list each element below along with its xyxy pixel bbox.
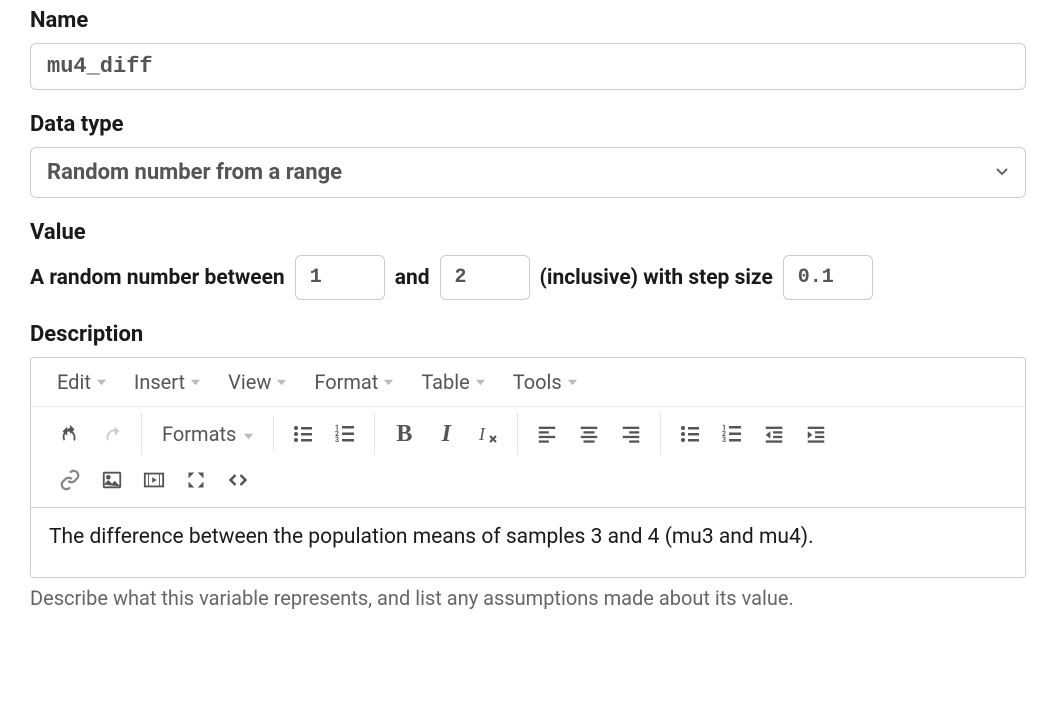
menu-view-label: View <box>228 370 271 394</box>
menu-tools-label: Tools <box>513 370 562 394</box>
svg-text:I: I <box>478 424 486 444</box>
video-button[interactable] <box>133 459 175 501</box>
formats-label: Formats <box>162 422 236 446</box>
name-label: Name <box>30 8 1026 33</box>
rich-text-editor: Edit Insert View Format Table Tools <box>30 357 1026 578</box>
bullet-list-alt-button[interactable] <box>669 413 711 455</box>
datatype-group: Data type Random number from a range <box>30 112 1026 198</box>
caret-down-icon <box>97 378 106 387</box>
description-help: Describe what this variable represents, … <box>30 586 1026 610</box>
clear-format-button[interactable]: I <box>467 413 509 455</box>
value-group: Value A random number between and (inclu… <box>30 220 1026 300</box>
menu-format[interactable]: Format <box>300 364 407 400</box>
value-text-and: and <box>395 266 430 290</box>
caret-down-icon <box>384 378 393 387</box>
numbered-list-button[interactable]: 123 <box>324 413 366 455</box>
align-right-button[interactable] <box>610 413 652 455</box>
datatype-select[interactable]: Random number from a range <box>30 147 1026 198</box>
menu-edit[interactable]: Edit <box>43 364 120 400</box>
italic-button[interactable]: I <box>425 413 467 455</box>
value-label: Value <box>30 220 1026 245</box>
redo-button[interactable] <box>91 413 133 455</box>
menu-insert-label: Insert <box>134 370 185 394</box>
menu-edit-label: Edit <box>57 370 91 394</box>
bullet-list-button[interactable] <box>282 413 324 455</box>
menu-view[interactable]: View <box>214 364 300 400</box>
name-input[interactable] <box>30 43 1026 90</box>
menu-table[interactable]: Table <box>407 364 498 400</box>
value-text-before: A random number between <box>30 266 285 290</box>
value-step-input[interactable] <box>783 255 873 300</box>
numbered-list-alt-button[interactable]: 123 <box>711 413 753 455</box>
code-button[interactable] <box>217 459 259 501</box>
value-max-input[interactable] <box>440 255 530 300</box>
value-text-inclusive: (inclusive) with step size <box>540 266 773 290</box>
indent-button[interactable] <box>795 413 837 455</box>
datatype-select-wrapper: Random number from a range <box>30 147 1026 198</box>
svg-text:3: 3 <box>722 436 726 444</box>
caret-down-icon <box>568 378 577 387</box>
description-content[interactable]: The difference between the population me… <box>31 507 1025 577</box>
datatype-label: Data type <box>30 112 1026 137</box>
svg-text:3: 3 <box>335 436 339 444</box>
value-min-input[interactable] <box>295 255 385 300</box>
editor-toolbar: Formats 123 B I I <box>31 407 1025 507</box>
align-center-button[interactable] <box>568 413 610 455</box>
bold-button[interactable]: B <box>383 413 425 455</box>
caret-down-icon <box>191 378 200 387</box>
description-group: Description Edit Insert View Format Tabl… <box>30 322 1026 610</box>
formats-dropdown[interactable]: Formats <box>150 416 265 452</box>
menu-format-label: Format <box>314 370 378 394</box>
image-button[interactable] <box>91 459 133 501</box>
editor-menubar: Edit Insert View Format Table Tools <box>31 358 1025 407</box>
undo-button[interactable] <box>49 413 91 455</box>
menu-table-label: Table <box>421 370 469 394</box>
menu-tools[interactable]: Tools <box>499 364 591 400</box>
description-label: Description <box>30 322 1026 347</box>
caret-down-icon <box>244 422 253 446</box>
value-row: A random number between and (inclusive) … <box>30 255 1026 300</box>
align-left-button[interactable] <box>526 413 568 455</box>
caret-down-icon <box>277 378 286 387</box>
fullscreen-button[interactable] <box>175 459 217 501</box>
outdent-button[interactable] <box>753 413 795 455</box>
menu-insert[interactable]: Insert <box>120 364 214 400</box>
name-group: Name <box>30 8 1026 90</box>
link-button[interactable] <box>49 459 91 501</box>
caret-down-icon <box>476 378 485 387</box>
